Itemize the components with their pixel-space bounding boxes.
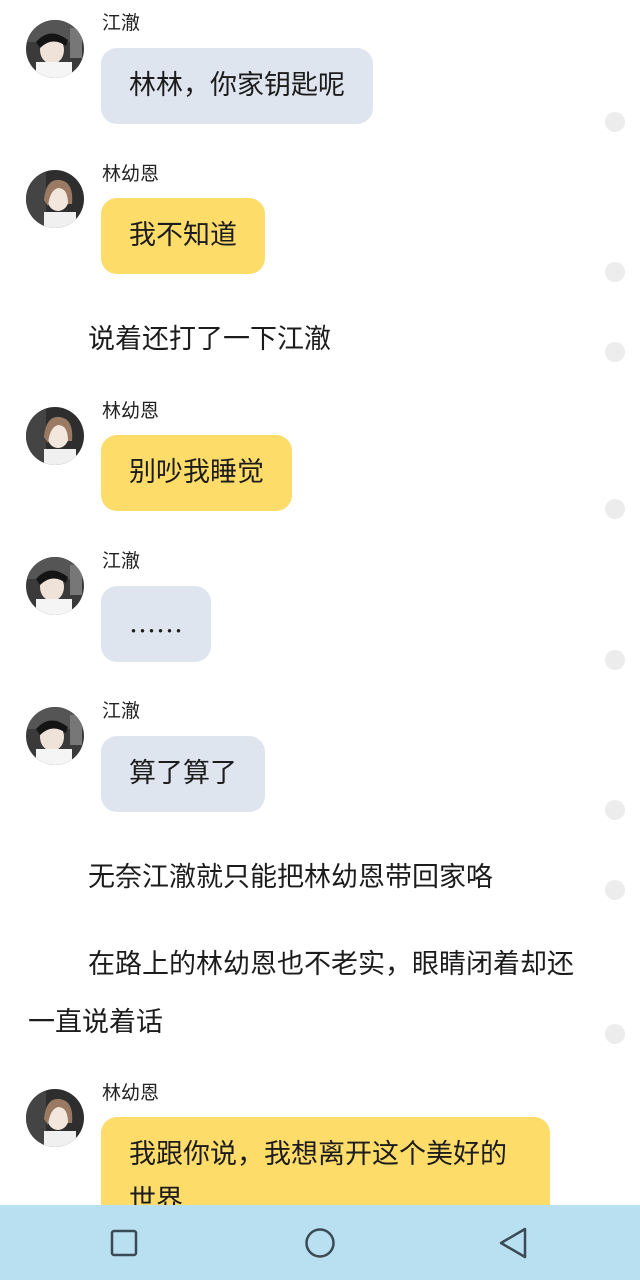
narration-text: 在路上的林幼恩也不老实，眼睛闭着却还一直说着话 — [28, 949, 574, 1038]
sender-name: 林幼恩 — [102, 163, 160, 185]
message-bubble[interactable]: 算了算了 — [101, 736, 265, 812]
home-icon — [305, 1228, 335, 1258]
chat-story-view[interactable]: 江澈 林林，你家钥匙呢 林幼恩 我不知道 说着还打了一下江澈 林幼恩 别吵我睡觉 — [0, 0, 640, 1205]
sender-name: 林幼恩 — [102, 400, 160, 422]
paragraph-comment-dot[interactable] — [605, 880, 625, 900]
paragraph-comment-dot[interactable] — [605, 112, 625, 132]
paragraph-comment-dot[interactable] — [605, 262, 625, 282]
narration-text: 无奈江澈就只能把林幼恩带回家咯 — [88, 862, 493, 893]
home-button[interactable] — [300, 1223, 340, 1263]
avatar-linyouen[interactable] — [26, 407, 84, 465]
message-bubble[interactable]: 别吵我睡觉 — [101, 435, 292, 511]
message-bubble[interactable]: …… — [101, 586, 211, 662]
sender-name: 江澈 — [102, 12, 141, 34]
message-bubble[interactable]: 我跟你说，我想离开这个美好的世界 — [101, 1117, 550, 1205]
avatar-jiangche[interactable] — [26, 20, 84, 78]
avatar-linyouen[interactable] — [26, 170, 84, 228]
paragraph-comment-dot[interactable] — [605, 499, 625, 519]
narration-text: 说着还打了一下江澈 — [88, 324, 331, 355]
sender-name: 江澈 — [102, 700, 141, 722]
recent-apps-icon — [110, 1229, 138, 1257]
message-bubble[interactable]: 林林，你家钥匙呢 — [101, 48, 373, 124]
avatar-linyouen[interactable] — [26, 1089, 84, 1147]
sender-name: 林幼恩 — [102, 1082, 160, 1104]
recent-apps-button[interactable] — [104, 1223, 144, 1263]
paragraph-comment-dot[interactable] — [605, 1024, 625, 1044]
back-icon — [499, 1227, 527, 1259]
paragraph-comment-dot[interactable] — [605, 650, 625, 670]
paragraph-comment-dot[interactable] — [605, 800, 625, 820]
sender-name: 江澈 — [102, 550, 141, 572]
paragraph-comment-dot[interactable] — [605, 342, 625, 362]
system-navigation-bar — [0, 1205, 640, 1280]
avatar-jiangche[interactable] — [26, 557, 84, 615]
avatar-jiangche[interactable] — [26, 707, 84, 765]
back-button[interactable] — [494, 1223, 534, 1263]
message-bubble[interactable]: 我不知道 — [101, 198, 265, 274]
